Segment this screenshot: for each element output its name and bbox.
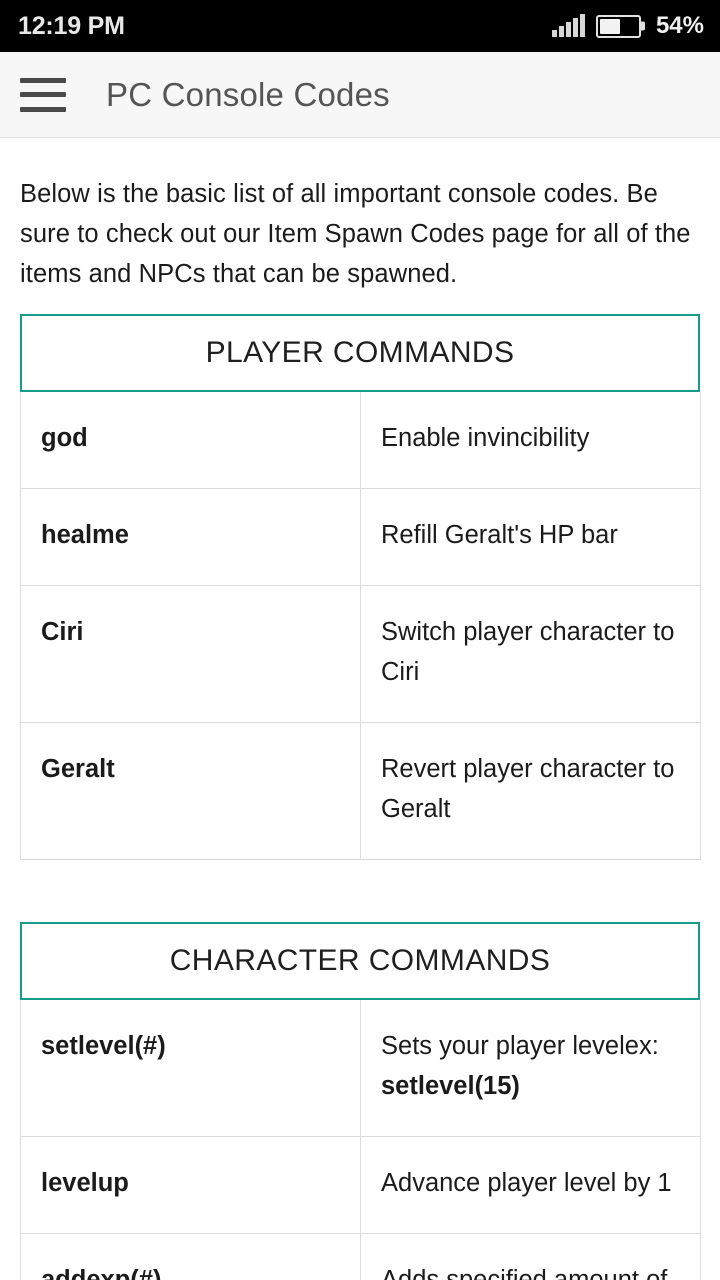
signal-bars-icon — [552, 14, 585, 37]
hamburger-menu-icon[interactable] — [20, 77, 66, 112]
app-bar: PC Console Codes — [0, 52, 720, 138]
command-description-cell: Sets your player levelex: setlevel(15) — [360, 1000, 701, 1137]
command-description-cell: Adds specified amount of experience poin… — [360, 1233, 701, 1280]
table-row: Ciri Switch player character to Ciri — [20, 585, 701, 723]
command-description-cell: Revert player character to Geralt — [360, 722, 701, 860]
command-name-cell: god — [20, 392, 361, 489]
command-section: CHARACTER COMMANDS setlevel(#) Sets your p… — [20, 922, 701, 1280]
description-text: Sets your player levelex: — [381, 1032, 659, 1060]
command-section: PLAYER COMMANDS god Enable invincibility he… — [20, 314, 701, 860]
table-row: healme Refill Geralt's HP bar — [20, 488, 701, 586]
command-table: god Enable invincibility healme Refill Gera… — [20, 392, 701, 860]
command-name-cell: setlevel(#) — [20, 1000, 361, 1137]
intro-paragraph: Below is the basic list of all important… — [20, 180, 691, 288]
page-content: Below is the basic list of all important… — [0, 138, 720, 1280]
table-row: god Enable invincibility — [20, 392, 701, 489]
command-section-header: PLAYER COMMANDS — [20, 314, 700, 392]
command-description-cell: Enable invincibility — [360, 392, 701, 489]
command-name-cell: healme — [20, 488, 361, 586]
command-table: setlevel(#) Sets your player levelex: set… — [20, 1000, 701, 1280]
command-description-cell: Switch player character to Ciri — [360, 585, 701, 723]
table-row: addexp(#)Adds specified amount of experi… — [20, 1233, 701, 1280]
command-name-cell: levelup — [20, 1136, 361, 1234]
table-row: Geralt Revert player character to Geralt — [20, 722, 701, 860]
status-bar: 12:19 PM 54% — [0, 0, 720, 52]
status-bar-time: 12:19 PM — [18, 11, 125, 40]
status-bar-indicators: 54% — [552, 12, 704, 40]
battery-fill-level — [599, 18, 620, 34]
battery-icon — [595, 14, 641, 38]
command-description-cell: Advance player level by 1 — [360, 1136, 701, 1234]
command-name-cell: Geralt — [20, 722, 361, 860]
command-section-title: PLAYER COMMANDS — [205, 336, 515, 369]
table-row: levelup Advance player level by 1 — [20, 1136, 701, 1234]
command-section-header: CHARACTER COMMANDS — [20, 922, 700, 1000]
page-title: PC Console Codes — [106, 75, 390, 113]
command-name-cell: addexp(#) — [20, 1233, 361, 1280]
command-name-cell: Ciri — [20, 585, 361, 723]
command-sections: PLAYER COMMANDS god Enable invincibility he… — [20, 314, 701, 1280]
command-description-cell: Refill Geralt's HP bar — [360, 488, 701, 586]
command-section-title: CHARACTER COMMANDS — [169, 944, 551, 977]
description-example-code: setlevel(15) — [381, 1072, 520, 1100]
battery-percent-label: 54% — [655, 12, 704, 39]
table-row: setlevel(#) Sets your player levelex: set… — [20, 1000, 701, 1137]
